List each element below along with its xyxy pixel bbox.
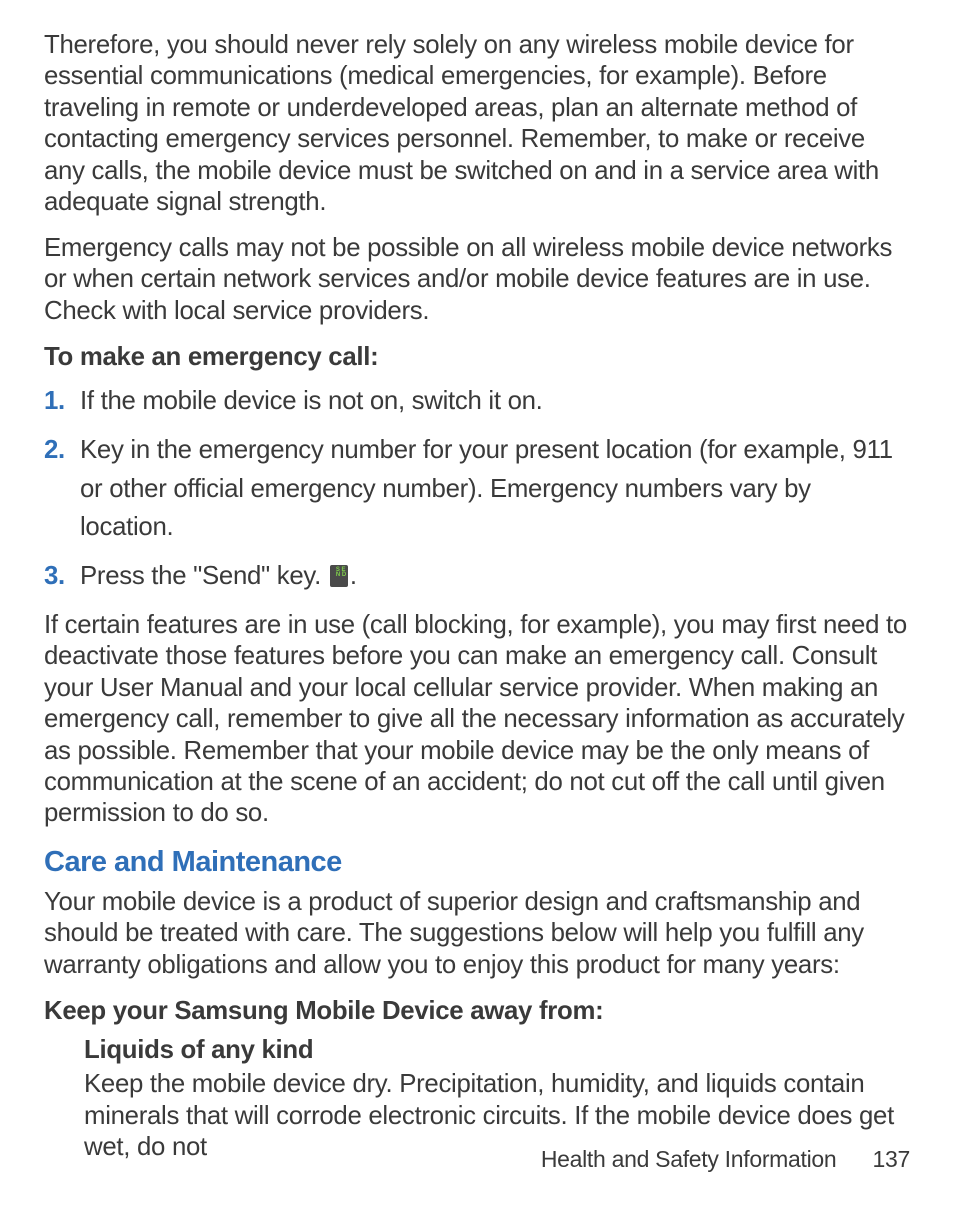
document-page: Therefore, you should never rely solely … <box>0 0 954 1164</box>
keep-away-heading: Keep your Samsung Mobile Device away fro… <box>44 997 910 1026</box>
step-number: 3. <box>44 557 65 596</box>
step-number: 1. <box>44 382 65 421</box>
step-text-after: . <box>350 562 357 590</box>
footer-page-number: 137 <box>873 1146 910 1173</box>
footer-section-label: Health and Safety Information <box>541 1146 837 1172</box>
paragraph-care-intro: Your mobile device is a product of super… <box>44 887 910 981</box>
paragraph-intro-1: Therefore, you should never rely solely … <box>44 30 910 219</box>
paragraph-features: If certain features are in use (call blo… <box>44 610 910 830</box>
step-2: 2. Key in the emergency number for your … <box>80 431 910 547</box>
send-key-label: S E N D <box>336 568 348 578</box>
step-text: Key in the emergency number for your pre… <box>80 436 893 541</box>
liquids-heading: Liquids of any kind <box>84 1036 910 1065</box>
care-maintenance-heading: Care and Maintenance <box>44 846 910 879</box>
step-3: 3. Press the "Send" key. S E N D. <box>80 557 910 596</box>
step-number: 2. <box>44 431 65 470</box>
liquids-block: Liquids of any kind Keep the mobile devi… <box>44 1036 910 1163</box>
paragraph-intro-2: Emergency calls may not be possible on a… <box>44 233 910 327</box>
emergency-call-heading: To make an emergency call: <box>44 343 910 372</box>
step-text: If the mobile device is not on, switch i… <box>80 387 543 415</box>
step-text-before: Press the "Send" key. <box>80 562 328 590</box>
step-1: 1. If the mobile device is not on, switc… <box>80 382 910 421</box>
page-footer: Health and Safety Information 137 <box>541 1146 910 1173</box>
emergency-steps-list: 1. If the mobile device is not on, switc… <box>44 382 910 595</box>
send-key-icon: S E N D <box>330 565 348 587</box>
